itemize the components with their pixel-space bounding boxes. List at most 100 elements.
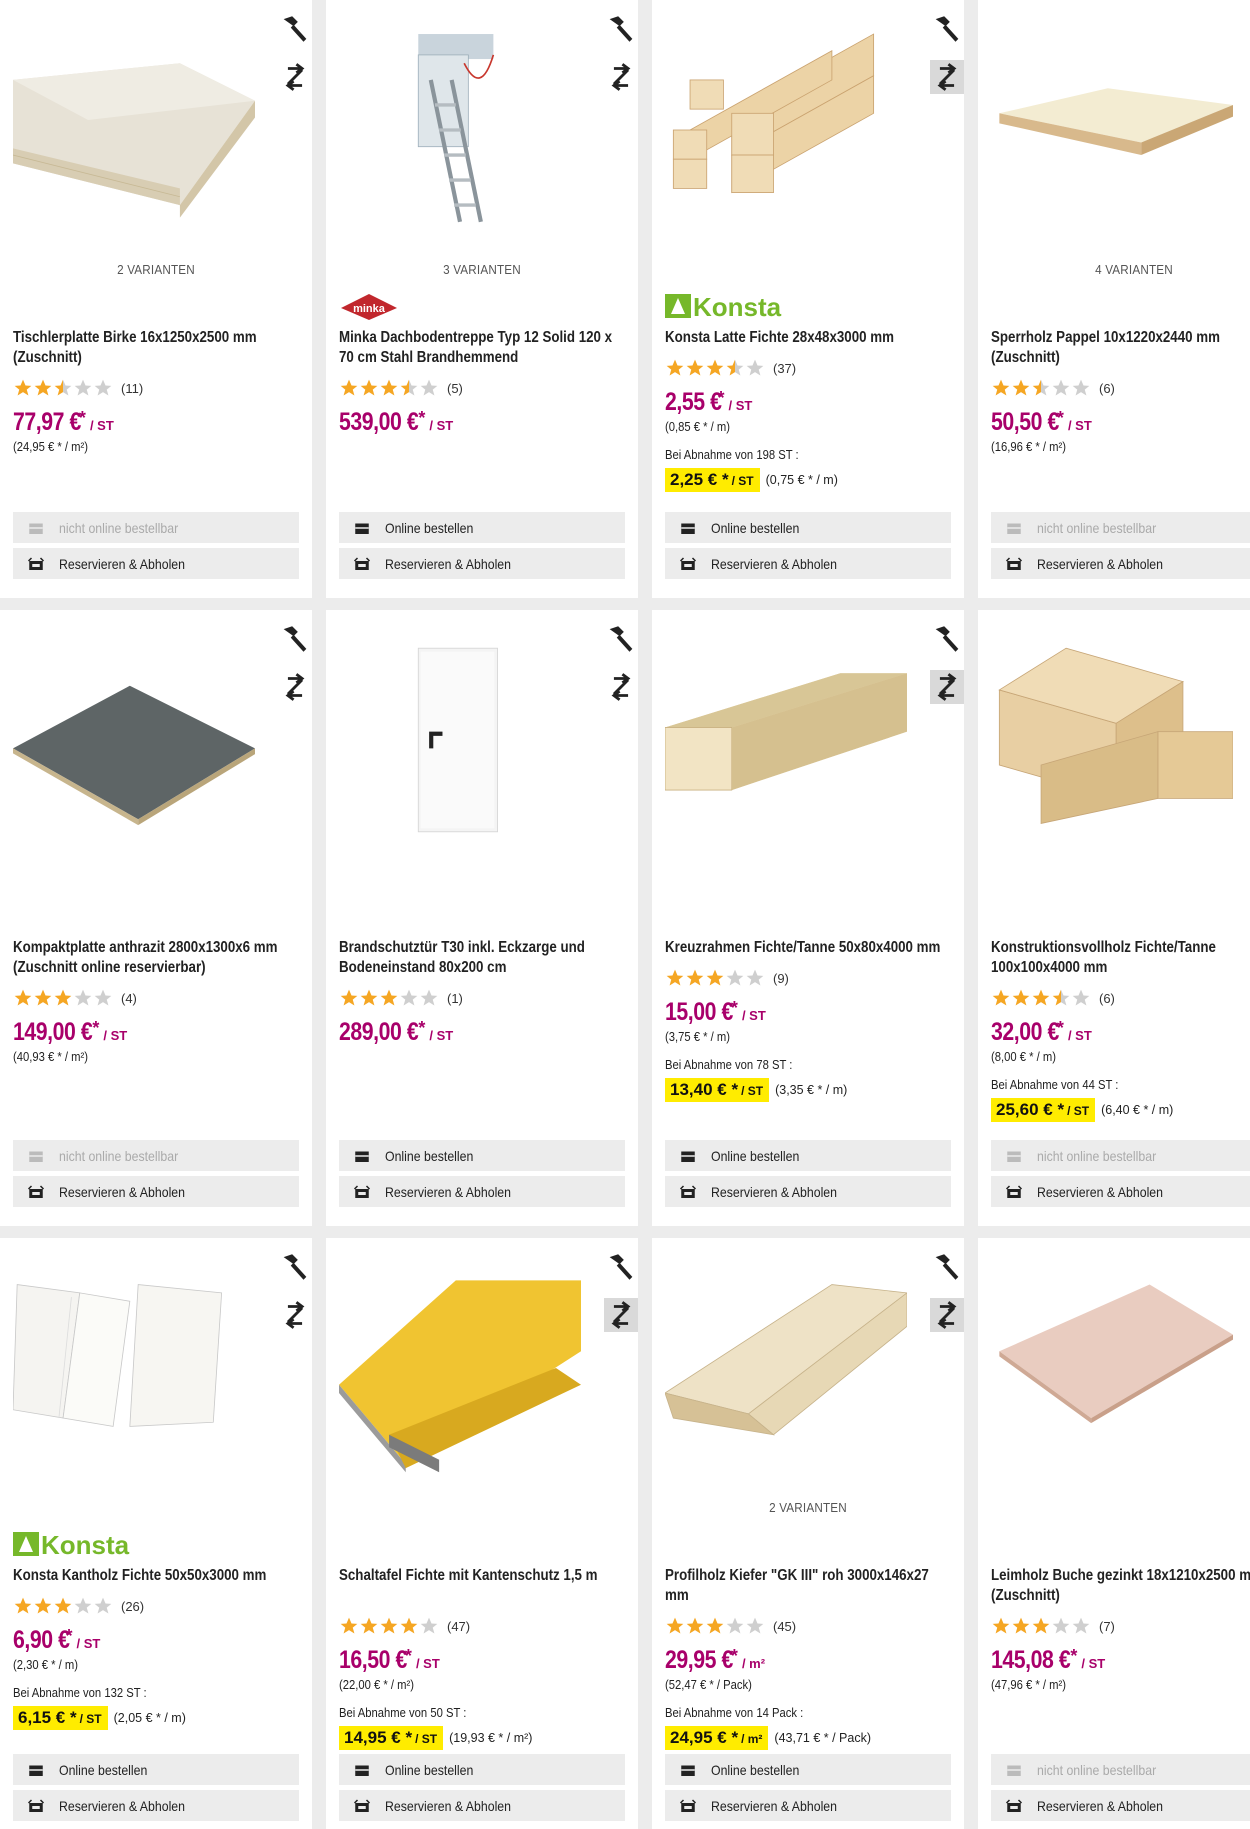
variant-count[interactable]: 2 VARIANTEN: [679, 1500, 936, 1515]
product-image[interactable]: [339, 10, 581, 250]
product-card[interactable]: Konsta Konsta Latte Fichte 28x48x3000 mm (…: [652, 0, 964, 598]
online-order-button[interactable]: Online bestellen: [665, 1140, 951, 1171]
product-title[interactable]: Brandschutztür T30 inkl. Eckzarge und Bo…: [339, 938, 624, 978]
product-image[interactable]: [991, 10, 1233, 250]
product-card[interactable]: Brandschutztür T30 inkl. Eckzarge und Bo…: [326, 610, 638, 1226]
rating-stars[interactable]: (47): [339, 1616, 470, 1636]
reserve-pickup-button[interactable]: Reservieren & Abholen: [13, 1176, 299, 1207]
compare-icon[interactable]: [278, 670, 312, 704]
online-order-button[interactable]: Online bestellen: [665, 512, 951, 543]
hammer-icon[interactable]: [604, 622, 638, 656]
rating-stars[interactable]: (26): [13, 1596, 144, 1616]
reserve-label: Reservieren & Abholen: [1037, 1183, 1164, 1200]
hammer-icon[interactable]: [604, 12, 638, 46]
rating-stars[interactable]: (1): [339, 988, 463, 1008]
reserve-pickup-button[interactable]: Reservieren & Abholen: [339, 1790, 625, 1821]
product-image[interactable]: [665, 10, 907, 250]
product-image[interactable]: [991, 1248, 1233, 1488]
online-order-button[interactable]: Online bestellen: [339, 512, 625, 543]
price-unit: / ST: [728, 398, 753, 413]
online-label: Online bestellen: [385, 519, 474, 536]
rating-stars[interactable]: (11): [13, 378, 143, 398]
product-card[interactable]: Kreuzrahmen Fichte/Tanne 50x80x4000 mm (9…: [652, 610, 964, 1226]
online-order-button[interactable]: Online bestellen: [339, 1754, 625, 1785]
reserve-pickup-button[interactable]: Reservieren & Abholen: [665, 1790, 951, 1821]
hammer-icon[interactable]: [278, 622, 312, 656]
online-order-button[interactable]: Online bestellen: [339, 1140, 625, 1171]
store-pickup-icon: [1005, 556, 1023, 570]
compare-icon[interactable]: [930, 1298, 964, 1332]
product-title[interactable]: Kompaktplatte anthrazit 2800x1300x6 mm (…: [13, 938, 298, 978]
product-title[interactable]: Leimholz Buche gezinkt 18x1210x2500 mm (…: [991, 1566, 1250, 1606]
reserve-pickup-button[interactable]: Reservieren & Abholen: [13, 1790, 299, 1821]
product-card[interactable]: Leimholz Buche gezinkt 18x1210x2500 mm (…: [978, 1238, 1250, 1829]
product-title[interactable]: Schaltafel Fichte mit Kantenschutz 1,5 m: [339, 1566, 624, 1586]
online-unavailable-notice: nicht online bestellbar: [13, 512, 299, 543]
hammer-icon[interactable]: [278, 12, 312, 46]
product-image[interactable]: [12, 1248, 255, 1488]
compare-icon[interactable]: [278, 60, 312, 94]
rating-stars[interactable]: (45): [665, 1616, 796, 1636]
product-card[interactable]: 4 VARIANTEN Sperrholz Pappel 10x1220x2440…: [978, 0, 1250, 598]
compare-icon[interactable]: [278, 1298, 312, 1332]
variant-count[interactable]: 3 VARIANTEN: [353, 262, 610, 277]
hammer-icon[interactable]: [930, 622, 964, 656]
product-image[interactable]: [664, 620, 907, 860]
rating-stars[interactable]: (9): [665, 968, 789, 988]
price-footnote-mark: *: [418, 408, 426, 428]
compare-icon[interactable]: [930, 60, 964, 94]
product-title[interactable]: Konstruktionsvollholz Fichte/Tanne 100x1…: [991, 938, 1250, 978]
product-card[interactable]: Kompaktplatte anthrazit 2800x1300x6 mm (…: [0, 610, 312, 1226]
hammer-icon[interactable]: [930, 12, 964, 46]
product-title[interactable]: Minka Dachbodentreppe Typ 12 Solid 120 x…: [339, 328, 624, 368]
compare-icon[interactable]: [604, 670, 638, 704]
reserve-pickup-button[interactable]: Reservieren & Abholen: [665, 548, 951, 579]
product-image[interactable]: [12, 10, 255, 250]
bulk-price-row: 24,95 € * / m² (43,71 € * / Pack): [665, 1726, 871, 1750]
reserve-pickup-button[interactable]: Reservieren & Abholen: [665, 1176, 951, 1207]
reserve-pickup-button[interactable]: Reservieren & Abholen: [991, 1790, 1250, 1821]
variant-count[interactable]: 2 VARIANTEN: [27, 262, 284, 277]
reserve-pickup-button[interactable]: Reservieren & Abholen: [339, 1176, 625, 1207]
product-image[interactable]: [339, 1248, 581, 1488]
product-title[interactable]: Konsta Latte Fichte 28x48x3000 mm: [665, 328, 950, 348]
product-card[interactable]: Schaltafel Fichte mit Kantenschutz 1,5 m…: [326, 1238, 638, 1829]
hammer-icon[interactable]: [604, 1250, 638, 1284]
star-icon: [54, 989, 72, 1006]
compare-icon[interactable]: [604, 60, 638, 94]
product-title[interactable]: Tischlerplatte Birke 16x1250x2500 mm (Zu…: [13, 328, 298, 368]
rating-stars[interactable]: (37): [665, 358, 796, 378]
product-image[interactable]: [991, 620, 1234, 860]
product-card[interactable]: 3 VARIANTEN minka Minka Dachbodentreppe Ty…: [326, 0, 638, 598]
online-order-button[interactable]: Online bestellen: [665, 1754, 951, 1785]
rating-stars[interactable]: (4): [13, 988, 137, 1008]
reserve-pickup-button[interactable]: Reservieren & Abholen: [13, 548, 299, 579]
rating-stars[interactable]: (5): [339, 378, 463, 398]
rating-stars[interactable]: (6): [991, 378, 1115, 398]
product-card[interactable]: Konstruktionsvollholz Fichte/Tanne 100x1…: [978, 610, 1250, 1226]
product-title[interactable]: Konsta Kantholz Fichte 50x50x3000 mm: [13, 1566, 298, 1586]
variant-count[interactable]: 4 VARIANTEN: [1005, 262, 1250, 277]
bulk-price-amount: 14,95 € *: [344, 1728, 413, 1747]
reserve-pickup-button[interactable]: Reservieren & Abholen: [991, 1176, 1250, 1207]
rating-stars[interactable]: (7): [991, 1616, 1115, 1636]
hammer-icon[interactable]: [278, 1250, 312, 1284]
product-card[interactable]: Konsta Konsta Kantholz Fichte 50x50x3000 …: [0, 1238, 312, 1829]
rating-stars[interactable]: (6): [991, 988, 1115, 1008]
product-title[interactable]: Kreuzrahmen Fichte/Tanne 50x80x4000 mm: [665, 938, 950, 958]
product-card[interactable]: 2 VARIANTEN Tischlerplatte Birke 16x1250x…: [0, 0, 312, 598]
hammer-icon[interactable]: [930, 1250, 964, 1284]
reserve-pickup-button[interactable]: Reservieren & Abholen: [991, 548, 1250, 579]
compare-icon[interactable]: [604, 1298, 638, 1332]
product-card[interactable]: 2 VARIANTEN Profilholz Kiefer "GK III" ro…: [652, 1238, 964, 1829]
product-image[interactable]: [663, 1248, 909, 1488]
product-image[interactable]: [13, 620, 255, 860]
product-title[interactable]: Sperrholz Pappel 10x1220x2440 mm (Zuschn…: [991, 328, 1250, 368]
compare-icon[interactable]: [930, 670, 964, 704]
reserve-pickup-button[interactable]: Reservieren & Abholen: [339, 548, 625, 579]
online-order-button[interactable]: Online bestellen: [13, 1754, 299, 1785]
product-image[interactable]: [339, 620, 581, 860]
online-label: nicht online bestellbar: [1037, 519, 1157, 536]
price: 50,50 €* / ST: [991, 408, 1092, 437]
product-title[interactable]: Profilholz Kiefer "GK III" roh 3000x146x…: [665, 1566, 950, 1606]
